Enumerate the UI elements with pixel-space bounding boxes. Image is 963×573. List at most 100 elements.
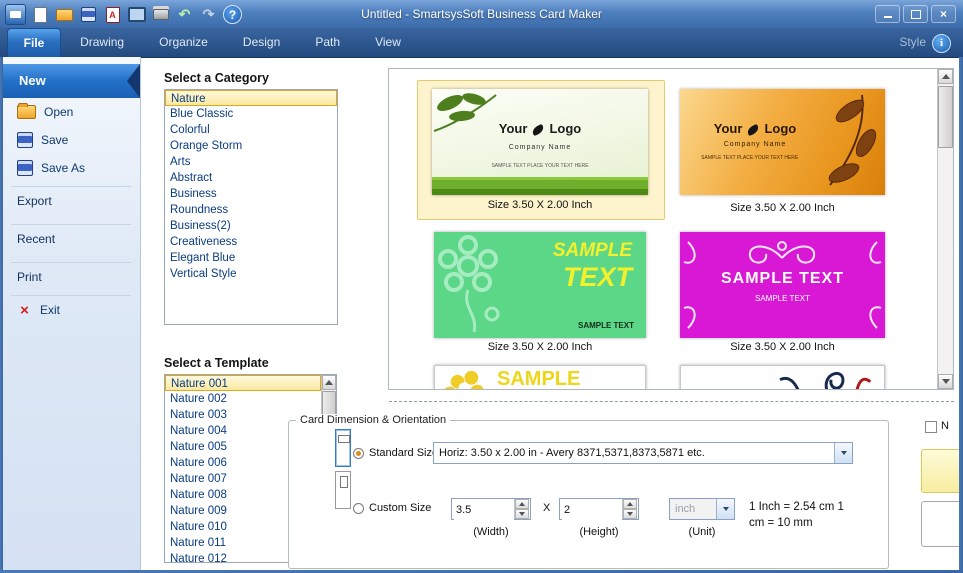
card-size-caption: Size 3.50 X 2.00 Inch [434,341,646,353]
tab-drawing[interactable]: Drawing [64,28,140,57]
preview-scrollbar[interactable] [937,69,953,389]
partial-white-button[interactable] [921,501,963,547]
tab-design[interactable]: Design [227,28,296,57]
dropdown-button[interactable] [834,443,852,463]
template-preview-card-ornament[interactable] [680,365,885,390]
height-spinbox [559,498,639,520]
help-icon[interactable]: ? [223,5,242,24]
card-size-caption: Size 3.50 X 2.00 Inch [680,202,885,214]
template-preview-card-green-sample[interactable]: SAMPLE TEXT SAMPLE TEXT [434,232,646,338]
template-preview-card-nature-001[interactable]: YourLogo Company Name SAMPLE TEXT PLACE … [432,89,648,195]
sidebar-separator [11,295,131,296]
new-document-icon[interactable] [31,5,50,24]
sidebar-item-label: Open [44,105,73,119]
scrollbar-thumb[interactable] [938,86,953,148]
card-sample-line2: TEXT [563,262,632,293]
export-pdf-icon[interactable] [103,5,122,24]
close-button[interactable]: × [931,5,956,23]
sidebar-item-save-as[interactable]: Save As [3,155,139,181]
category-item[interactable]: Elegant Blue [165,250,337,266]
radio-custom-size[interactable] [353,503,364,514]
template-preview-panel: YourLogo Company Name SAMPLE TEXT PLACE … [388,68,954,390]
sidebar-item-recent[interactable]: Recent [3,226,139,252]
print-preview-icon[interactable] [127,5,146,24]
sidebar-item-open[interactable]: Open [3,99,139,125]
category-item[interactable]: Business(2) [165,218,337,234]
template-preview-card-autumn[interactable]: YourLogo Company Name SAMPLE TEXT PLACE … [680,89,885,195]
template-preview-card-yellow-sample[interactable]: SAMPLE [434,365,646,390]
spin-up-button[interactable] [515,499,529,509]
category-item[interactable]: Creativeness [165,234,337,250]
sidebar-item-label: Print [17,270,42,284]
spin-down-button[interactable] [515,509,529,519]
open-folder-icon[interactable] [55,5,74,24]
spin-up-button[interactable] [623,499,637,509]
unit-dropdown: inch [669,498,735,520]
category-item[interactable]: Business [165,186,337,202]
width-spinner [514,499,530,519]
sidebar-item-label: Exit [40,303,60,317]
partial-yellow-button[interactable] [921,449,963,493]
sidebar-separator [11,262,131,263]
radio-custom-size-label[interactable]: Custom Size [369,502,431,514]
scroll-down-button[interactable] [938,374,953,389]
template-heading: Select a Template [164,356,269,370]
card-size-caption: Size 3.50 X 2.00 Inch [680,341,885,353]
partial-checkbox[interactable] [925,421,937,433]
template-item-selected[interactable]: Nature 001 [165,375,321,391]
vertical-card-thumb[interactable] [335,471,351,509]
width-input[interactable] [454,500,514,520]
height-input[interactable] [562,500,622,520]
scroll-up-button[interactable] [938,69,953,84]
redo-icon[interactable]: ↷ [199,5,218,24]
maximize-button[interactable] [903,5,928,23]
tab-file[interactable]: File [7,28,61,57]
scroll-up-button[interactable] [322,375,336,390]
leaf-logo-icon [746,123,760,135]
category-item[interactable]: Abstract [165,170,337,186]
category-item[interactable]: Orange Storm [165,138,337,154]
template-item[interactable]: Nature 002 [165,391,321,407]
category-item-selected[interactable]: Nature [165,90,337,106]
sidebar-item-export[interactable]: Export [3,188,139,214]
down-arrow-icon [519,512,525,516]
undo-icon[interactable]: ↶ [175,5,194,24]
sidebar-item-print[interactable]: Print [3,264,139,290]
sidebar-item-new[interactable]: New [3,64,140,98]
sidebar-separator [11,224,131,225]
category-item[interactable]: Arts [165,154,337,170]
down-arrow-icon [942,379,950,384]
horizontal-card-thumb[interactable] [335,429,351,467]
category-item[interactable]: Vertical Style [165,266,337,282]
category-item[interactable]: Roundness [165,202,337,218]
tab-organize[interactable]: Organize [143,28,224,57]
save-as-icon [17,160,33,176]
width-spinbox [451,498,531,520]
sidebar-item-label: New [19,73,46,88]
section-separator [389,401,954,402]
spin-down-button[interactable] [623,509,637,519]
logo-right-text: Logo [549,121,581,136]
app-icon[interactable] [5,4,26,25]
tab-path[interactable]: Path [299,28,356,57]
template-preview-card-magenta[interactable]: SAMPLE TEXT SAMPLE TEXT [680,232,885,338]
card-logo-text: YourLogo [680,121,830,136]
dropdown-arrow-icon [841,451,847,455]
sidebar-item-exit[interactable]: × Exit [3,297,139,323]
style-label[interactable]: Style [899,28,926,57]
standard-size-dropdown[interactable]: Horiz: 3.50 x 2.00 in - Avery 8371,5371,… [433,442,853,464]
sidebar-item-save[interactable]: Save [3,127,139,153]
category-item[interactable]: Blue Classic [165,106,337,122]
dropdown-button [716,499,734,519]
tab-view[interactable]: View [359,28,417,57]
category-item[interactable]: Colorful [165,122,337,138]
up-arrow-icon [627,502,633,506]
unit-caption: (Unit) [669,526,735,538]
print-icon[interactable] [151,5,170,24]
radio-standard-sizes[interactable] [353,448,364,459]
card-company-name: Company Name [680,141,830,148]
minimize-button[interactable] [875,5,900,23]
info-icon[interactable]: i [932,34,951,53]
unit-value: inch [675,499,714,519]
save-icon[interactable] [79,5,98,24]
